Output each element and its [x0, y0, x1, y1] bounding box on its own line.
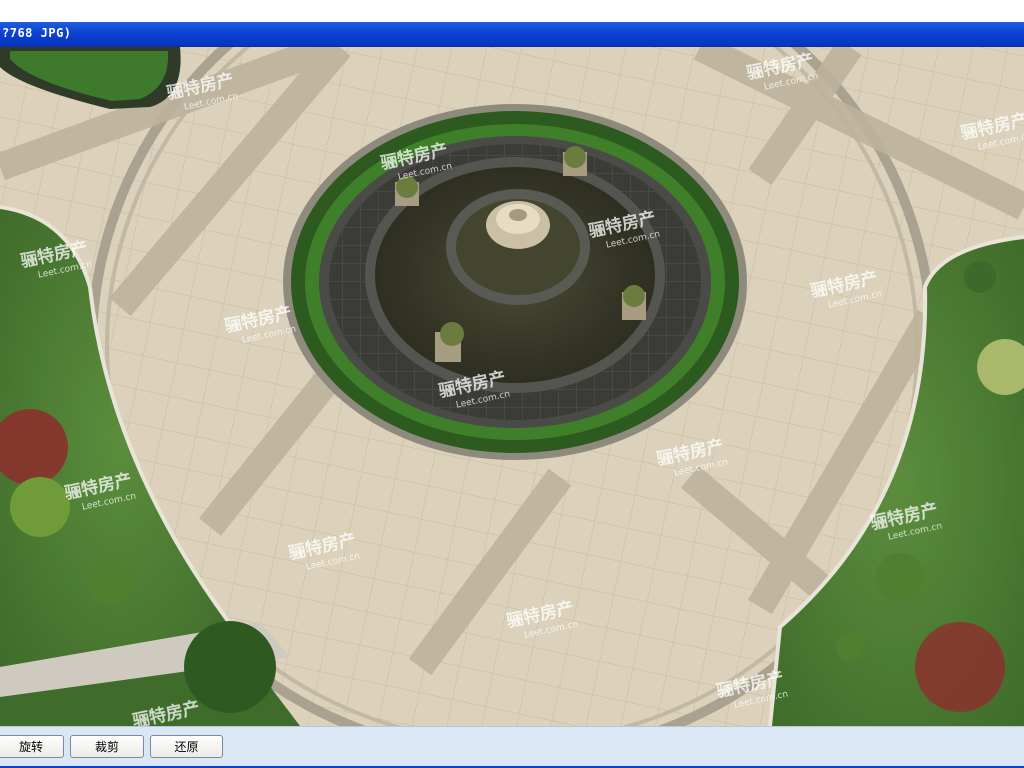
- restore-button[interactable]: 还原: [150, 735, 223, 758]
- crop-button[interactable]: 裁剪: [70, 735, 144, 758]
- window-title: ?768 JPG): [2, 26, 72, 40]
- aerial-fountain-photo: 骊特房产 Leet.com.cn 骊特房产 Leet.com.cn 骊特房产 L…: [0, 47, 1024, 726]
- window-titlebar[interactable]: ?768 JPG): [0, 22, 1024, 47]
- rotate-button[interactable]: 旋转: [0, 735, 64, 758]
- image-viewer[interactable]: 骊特房产 Leet.com.cn 骊特房产 Leet.com.cn 骊特房产 L…: [0, 47, 1024, 726]
- image-toolbar: 旋转 裁剪 还原: [0, 726, 1024, 767]
- top-blank-area: [0, 0, 1024, 22]
